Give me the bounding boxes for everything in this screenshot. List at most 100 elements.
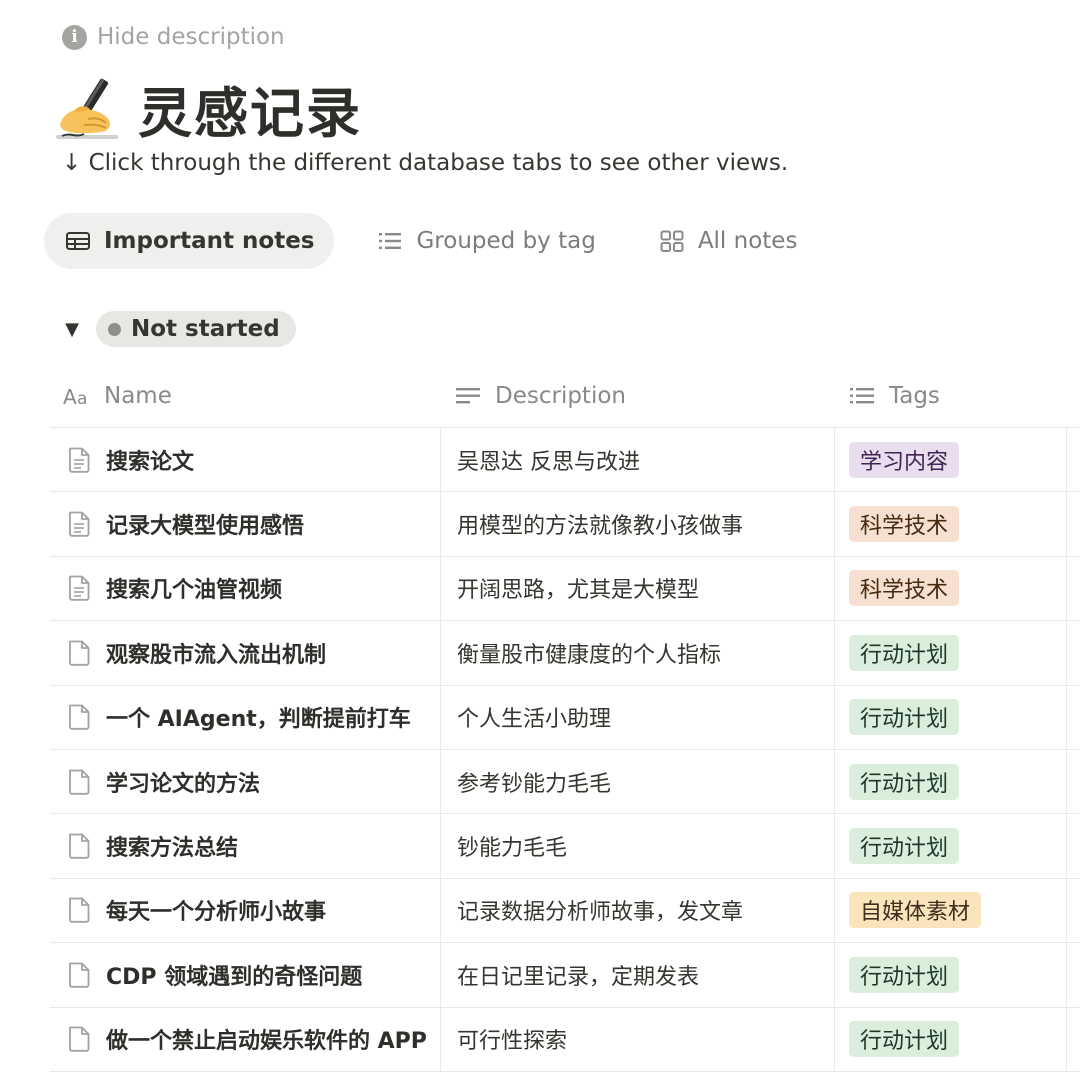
group-header: ▼ Not started	[62, 311, 296, 347]
row-title: 每天一个分析师小故事	[106, 900, 327, 926]
status-dot-icon	[108, 322, 121, 336]
row-title: 学习论文的方法	[106, 771, 261, 797]
tag-badge: 科学技术	[849, 570, 960, 607]
tab-label: Grouped by tag	[416, 228, 596, 254]
tag-badge: 行动计划	[849, 1021, 960, 1058]
cell-extra	[1067, 557, 1080, 620]
page-header: 灵感记录	[54, 70, 362, 146]
svg-text:a: a	[77, 389, 87, 409]
tag-badge: 行动计划	[849, 828, 960, 865]
tag-badge: 学习内容	[849, 441, 960, 478]
tag-badge: 自媒体素材	[849, 892, 982, 929]
cell-extra	[1067, 686, 1080, 749]
table-row[interactable]: 一个 AIAgent，判断提前打车 个人生活小助理 行动计划	[50, 685, 1080, 750]
row-title: 搜索方法总结	[106, 836, 239, 862]
table-row[interactable]: 学习论文的方法 参考钞能力毛毛 行动计划	[50, 749, 1080, 815]
page-icon	[69, 898, 90, 924]
collapse-caret-icon[interactable]: ▼	[62, 319, 82, 340]
hide-description-label: Hide description	[97, 24, 285, 50]
cell-extra	[1067, 492, 1080, 555]
row-description: 参考钞能力毛毛	[457, 771, 612, 797]
svg-text:A: A	[63, 385, 77, 409]
cell-name[interactable]: 观察股市流入流出机制	[50, 621, 441, 685]
row-title: 做一个禁止启动娱乐软件的 APP	[106, 1029, 427, 1055]
page-with-content-icon	[69, 511, 90, 537]
row-description: 个人生活小助理	[457, 707, 612, 733]
tab-all-notes[interactable]: All notes	[638, 213, 818, 269]
cell-name[interactable]: 学习论文的方法	[50, 749, 441, 814]
cell-name[interactable]: 搜索论文	[50, 428, 441, 492]
table-row[interactable]: 观察股市流入流出机制 衡量股市健康度的个人指标 行动计划	[50, 621, 1080, 686]
column-label: Tags	[889, 382, 940, 409]
page-description: ↓ Click through the different database t…	[62, 150, 789, 176]
cell-name[interactable]: 一个 AIAgent，判断提前打车	[50, 685, 441, 749]
cell-extra	[1067, 879, 1080, 942]
tab-grouped-by-tag[interactable]: Grouped by tag	[356, 213, 615, 269]
row-title: 搜索论文	[106, 449, 195, 475]
info-icon: i	[62, 24, 87, 50]
cell-description[interactable]: 个人生活小助理	[441, 685, 835, 749]
tag-badge: 行动计划	[849, 634, 960, 671]
tab-label: All notes	[697, 228, 798, 254]
row-description: 钞能力毛毛	[457, 836, 568, 862]
cell-extra	[1067, 814, 1080, 877]
table-row[interactable]: 搜索方法总结 钞能力毛毛 行动计划	[50, 814, 1080, 879]
table-row[interactable]: 做一个禁止启动娱乐软件的 APP 可行性探索 行动计划	[50, 1007, 1080, 1072]
writing-hand-icon[interactable]	[54, 75, 120, 141]
column-header-extra	[1067, 364, 1080, 427]
page-icon	[69, 1026, 90, 1052]
status-label: Not started	[131, 316, 280, 342]
table-row[interactable]: 搜索几个油管视频 开阔思路，尤其是大模型 科学技术	[50, 556, 1080, 622]
cell-tags[interactable]: 学习内容	[835, 428, 1067, 492]
column-label: Name	[104, 382, 172, 409]
cell-name[interactable]: 搜索几个油管视频	[50, 556, 441, 621]
page-icon	[69, 704, 90, 730]
cell-tags[interactable]: 自媒体素材	[835, 878, 1067, 943]
cell-name[interactable]: 记录大模型使用感悟	[50, 492, 441, 556]
status-badge: Not started	[96, 311, 296, 347]
table-row[interactable]: 记录大模型使用感悟 用模型的方法就像教小孩做事 科学技术	[50, 492, 1080, 557]
notion-page: i Hide description 灵感记录 ↓ Click through …	[0, 0, 1080, 1078]
table-row[interactable]: CDP 领域遇到的奇怪问题 在日记里记录，定期发表 行动计划	[50, 943, 1080, 1008]
cell-tags[interactable]: 行动计划	[835, 814, 1067, 878]
cell-description[interactable]: 衡量股市健康度的个人指标	[441, 621, 835, 685]
row-title: CDP 领域遇到的奇怪问题	[106, 964, 363, 990]
column-label: Description	[495, 382, 626, 409]
row-description: 记录数据分析师故事，发文章	[457, 900, 744, 926]
cell-description[interactable]: 钞能力毛毛	[441, 814, 835, 878]
cell-description[interactable]: 用模型的方法就像教小孩做事	[441, 492, 835, 556]
cell-description[interactable]: 可行性探索	[441, 1007, 835, 1071]
table-row[interactable]: 搜索论文 吴恩达 反思与改进 学习内容	[50, 428, 1080, 493]
table-row[interactable]: 每天一个分析师小故事 记录数据分析师故事，发文章 自媒体素材	[50, 878, 1080, 944]
cell-tags[interactable]: 行动计划	[835, 749, 1067, 814]
cell-tags[interactable]: 科学技术	[835, 556, 1067, 621]
cell-extra	[1067, 943, 1080, 1006]
page-title: 灵感记录	[138, 81, 362, 145]
hide-description-button[interactable]: i Hide description	[62, 22, 285, 52]
cell-extra	[1067, 750, 1080, 813]
column-header-tags[interactable]: Tags	[835, 364, 1067, 427]
cell-tags[interactable]: 行动计划	[835, 1007, 1067, 1071]
tag-badge: 科学技术	[849, 506, 960, 543]
cell-description[interactable]: 吴恩达 反思与改进	[441, 428, 835, 492]
cell-name[interactable]: 做一个禁止启动娱乐软件的 APP	[50, 1007, 441, 1071]
column-header-name[interactable]: A a Name	[50, 364, 441, 427]
cell-tags[interactable]: 行动计划	[835, 621, 1067, 685]
tab-label: Important notes	[104, 228, 315, 254]
row-title: 一个 AIAgent，判断提前打车	[106, 707, 411, 733]
cell-tags[interactable]: 科学技术	[835, 492, 1067, 556]
cell-description[interactable]: 开阔思路，尤其是大模型	[441, 556, 835, 621]
cell-description[interactable]: 记录数据分析师故事，发文章	[441, 878, 835, 943]
tab-important-notes[interactable]: Important notes	[44, 213, 335, 269]
cell-description[interactable]: 在日记里记录，定期发表	[441, 943, 835, 1007]
cell-tags[interactable]: 行动计划	[835, 943, 1067, 1007]
cell-name[interactable]: CDP 领域遇到的奇怪问题	[50, 943, 441, 1007]
cell-description[interactable]: 参考钞能力毛毛	[441, 749, 835, 814]
text-lines-icon	[456, 387, 480, 403]
cell-name[interactable]: 每天一个分析师小故事	[50, 878, 441, 943]
cell-tags[interactable]: 行动计划	[835, 685, 1067, 749]
column-header-description[interactable]: Description	[441, 364, 835, 427]
page-with-content-icon	[69, 447, 90, 473]
tag-badge: 行动计划	[849, 763, 960, 800]
cell-name[interactable]: 搜索方法总结	[50, 814, 441, 878]
